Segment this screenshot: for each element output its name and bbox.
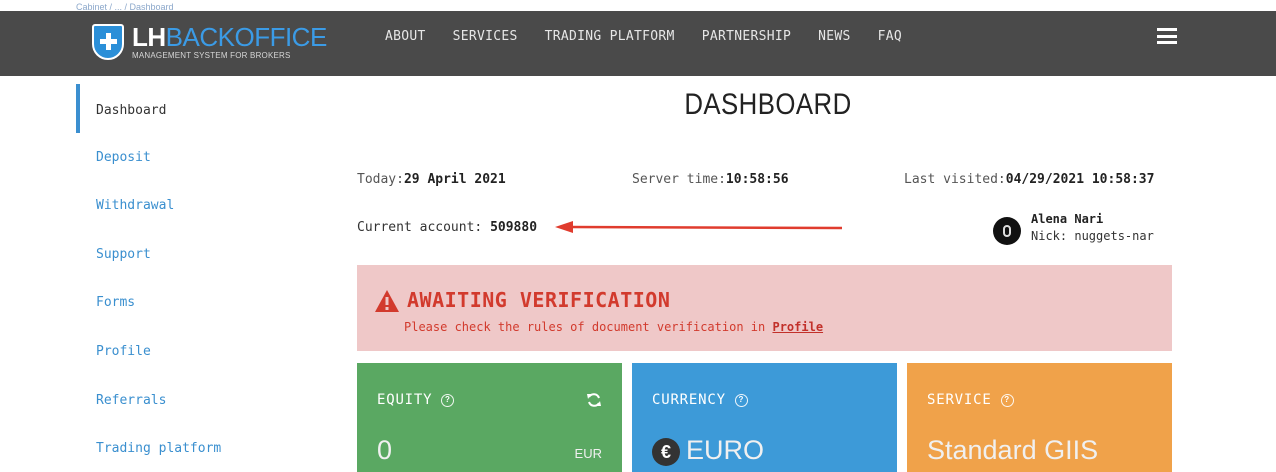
- sidebar-item-label: Profile: [96, 343, 151, 359]
- help-icon[interactable]: ?: [734, 393, 748, 407]
- sidebar-item-label: Dashboard: [96, 103, 167, 118]
- logo[interactable]: LHBACKOFFICE MANAGEMENT SYSTEM FOR BROKE…: [92, 24, 327, 60]
- today-value: 29 April 2021: [403, 172, 506, 187]
- page-title: DASHBOARD: [684, 88, 852, 121]
- current-account-value: 509880: [490, 220, 538, 235]
- sidebar-item-label: Trading platform: [96, 441, 222, 457]
- sidebar-item-label: Referrals: [96, 392, 167, 408]
- current-account-info: Current account: 509880: [357, 220, 537, 235]
- nav-trading-platform[interactable]: TRADING PLATFORM: [545, 29, 675, 44]
- server-time-value: 10:58:56: [725, 172, 789, 187]
- user-name: Alena Nari: [1031, 212, 1104, 226]
- sidebar-item-label: Deposit: [96, 149, 151, 165]
- equity-currency: EUR: [574, 446, 602, 461]
- equity-value: 0: [377, 435, 393, 465]
- currency-card: CURRENCY? € EURO: [632, 363, 897, 472]
- last-visited-info: Last visited:04/29/2021 10:58:37: [904, 172, 1154, 187]
- sidebar-item-forms[interactable]: Forms: [76, 278, 306, 327]
- warning-icon: [375, 290, 399, 312]
- alert-text: Please check the rules of document verif…: [404, 320, 823, 334]
- equity-title: EQUITY: [377, 392, 433, 408]
- currency-value: EURO: [686, 435, 765, 465]
- sidebar-item-profile[interactable]: Profile: [76, 327, 306, 376]
- help-icon[interactable]: ?: [441, 393, 455, 407]
- last-visited-label: Last visited:: [904, 172, 1006, 187]
- server-time-info: Server time:10:58:56: [632, 172, 789, 187]
- logo-tagline: MANAGEMENT SYSTEM FOR BROKERS: [132, 51, 291, 60]
- sidebar-item-trading-platform[interactable]: Trading platform: [76, 424, 306, 472]
- sidebar-item-referrals[interactable]: Referrals: [76, 376, 306, 425]
- currency-title-row: CURRENCY?: [652, 392, 748, 408]
- avatar[interactable]: [993, 217, 1021, 245]
- nav-partnership[interactable]: PARTNERSHIP: [702, 29, 791, 44]
- header: Cabinet / ... / Dashboard LHBACKOFFICE M…: [0, 0, 1276, 76]
- refresh-icon[interactable]: [586, 392, 602, 408]
- sidebar-item-label: Forms: [96, 295, 136, 311]
- last-visited-value: 04/29/2021 10:58:37: [1005, 172, 1155, 187]
- currency-value-row: € EURO: [652, 435, 764, 466]
- annotation-arrow: [555, 221, 843, 233]
- today-info: Today:29 April 2021: [357, 172, 506, 187]
- logo-lh: LH: [132, 22, 166, 52]
- main-nav: ABOUT SERVICES TRADING PLATFORM PARTNERS…: [385, 29, 929, 44]
- nav-about[interactable]: ABOUT: [385, 29, 426, 44]
- nav-services[interactable]: SERVICES: [453, 29, 518, 44]
- sidebar-item-withdrawal[interactable]: Withdrawal: [76, 181, 306, 230]
- service-card: SERVICE? Standard GIIS: [907, 363, 1172, 472]
- sidebar-item-label: Support: [96, 246, 151, 262]
- user-nick: Nick: nuggets-nar: [1031, 229, 1154, 243]
- server-time-label: Server time:: [632, 172, 726, 187]
- verification-alert: AWAITING VERIFICATION Please check the r…: [357, 265, 1172, 351]
- alert-title: AWAITING VERIFICATION: [407, 288, 671, 312]
- today-label: Today:: [357, 172, 404, 187]
- service-value: Standard GIIS: [927, 435, 1099, 465]
- current-account-label: Current account:: [357, 220, 491, 235]
- profile-link[interactable]: Profile: [772, 320, 823, 334]
- service-title-row: SERVICE?: [927, 392, 1014, 408]
- sidebar-item-label: Withdrawal: [96, 198, 175, 214]
- service-title: SERVICE: [927, 392, 992, 408]
- help-icon[interactable]: ?: [1000, 393, 1014, 407]
- alert-message: Please check the rules of document verif…: [404, 320, 773, 334]
- menu-icon[interactable]: [1157, 28, 1177, 44]
- sidebar-item-support[interactable]: Support: [76, 230, 306, 279]
- sidebar: Dashboard Deposit Withdrawal Support For…: [76, 84, 306, 472]
- currency-title: CURRENCY: [652, 392, 726, 408]
- equity-title-row: EQUITY?: [377, 392, 455, 408]
- sidebar-item-dashboard[interactable]: Dashboard: [76, 84, 306, 133]
- sidebar-item-deposit[interactable]: Deposit: [76, 133, 306, 182]
- shield-plus-icon: [92, 24, 124, 60]
- nav-faq[interactable]: FAQ: [878, 29, 902, 44]
- equity-card: EQUITY? 0 EUR: [357, 363, 622, 472]
- nav-news[interactable]: NEWS: [818, 29, 851, 44]
- euro-icon: €: [652, 437, 680, 466]
- logo-backoffice: BACKOFFICE: [165, 22, 328, 52]
